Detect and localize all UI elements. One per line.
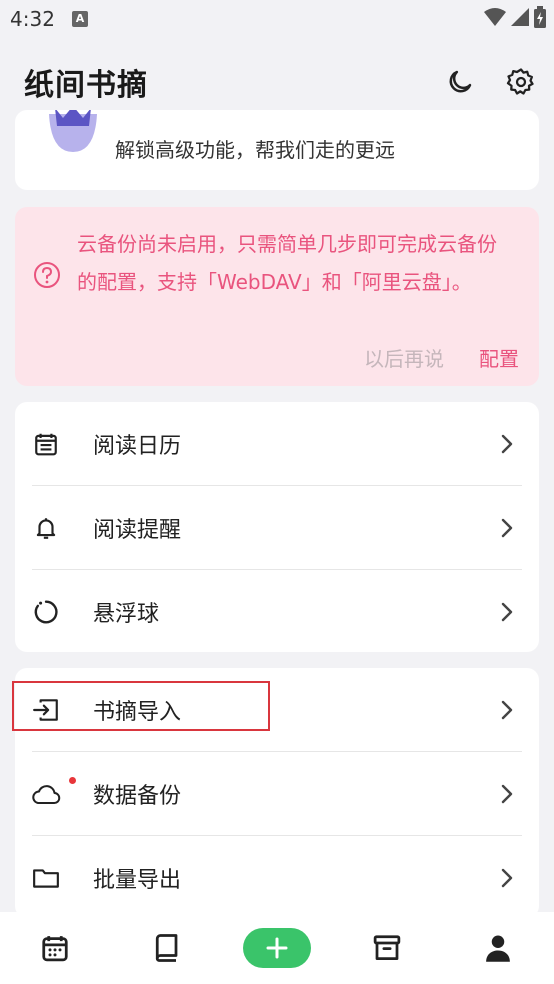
status-time: 4:32 <box>10 7 55 31</box>
dark-mode-button[interactable] <box>442 64 478 100</box>
archive-icon <box>373 935 401 960</box>
chevron-right-icon <box>497 700 517 720</box>
menu-item-batch-export[interactable]: 批量导出 <box>15 836 539 918</box>
crown-mascot-icon <box>49 110 97 152</box>
page-title: 纸间书摘 <box>24 68 148 103</box>
backup-banner: 云备份尚未启用，只需简单几步即可完成云备份的配置，支持「WebDAV」和「阿里云… <box>15 207 539 386</box>
chevron-right-icon <box>497 602 517 622</box>
settings-group-1: 阅读日历 阅读提醒 悬浮球 <box>15 402 539 652</box>
highlight-box <box>12 681 270 731</box>
menu-item-floating-ball[interactable]: 悬浮球 <box>15 570 539 652</box>
menu-item-reading-reminder[interactable]: 阅读提醒 <box>15 486 539 570</box>
app-bar: 纸间书摘 <box>0 46 554 116</box>
chevron-right-icon <box>497 518 517 538</box>
signal-icon <box>511 8 529 26</box>
gear-icon <box>506 68 534 95</box>
nav-profile[interactable] <box>480 930 516 966</box>
chevron-right-icon <box>497 784 517 804</box>
menu-item-label: 悬浮球 <box>93 602 160 627</box>
calendar-icon <box>31 429 61 459</box>
menu-item-label: 阅读日历 <box>93 434 182 459</box>
chevron-right-icon <box>497 434 517 454</box>
menu-item-data-backup[interactable]: 数据备份 <box>15 752 539 836</box>
battery-icon <box>534 6 546 28</box>
nav-books[interactable] <box>148 930 184 966</box>
config-button[interactable]: 配置 <box>479 343 519 372</box>
nav-calendar[interactable] <box>37 930 73 966</box>
add-button[interactable] <box>243 928 311 968</box>
settings-button[interactable] <box>503 64 539 100</box>
notification-icon: A <box>72 11 88 27</box>
status-bar: 4:32 A <box>0 0 554 38</box>
folder-icon <box>31 863 61 893</box>
loading-circle-icon <box>31 597 61 627</box>
bell-icon <box>31 513 61 543</box>
menu-item-label: 批量导出 <box>93 868 182 893</box>
vip-text: 解锁高级功能，帮我们走的更远 <box>115 138 395 162</box>
question-circle-icon <box>34 262 60 288</box>
status-icons <box>484 6 546 28</box>
menu-item-label: 数据备份 <box>93 784 182 809</box>
chevron-right-icon <box>497 868 517 888</box>
person-icon <box>486 935 510 962</box>
bottom-nav <box>0 912 554 984</box>
add-icon <box>266 937 288 959</box>
book-icon <box>155 934 178 962</box>
cloud-icon <box>31 777 76 809</box>
menu-item-reading-calendar[interactable]: 阅读日历 <box>15 402 539 486</box>
menu-item-label: 阅读提醒 <box>93 518 182 543</box>
later-button[interactable]: 以后再说 <box>364 343 444 372</box>
notification-badge <box>69 777 76 784</box>
wifi-icon <box>484 8 506 26</box>
backup-banner-message: 云备份尚未启用，只需简单几步即可完成云备份的配置，支持「WebDAV」和「阿里云… <box>77 232 497 294</box>
moon-icon <box>449 70 472 93</box>
vip-card[interactable]: 解锁高级功能，帮我们走的更远 <box>15 110 539 190</box>
nav-archive[interactable] <box>369 930 405 966</box>
calendar-icon <box>42 936 68 962</box>
